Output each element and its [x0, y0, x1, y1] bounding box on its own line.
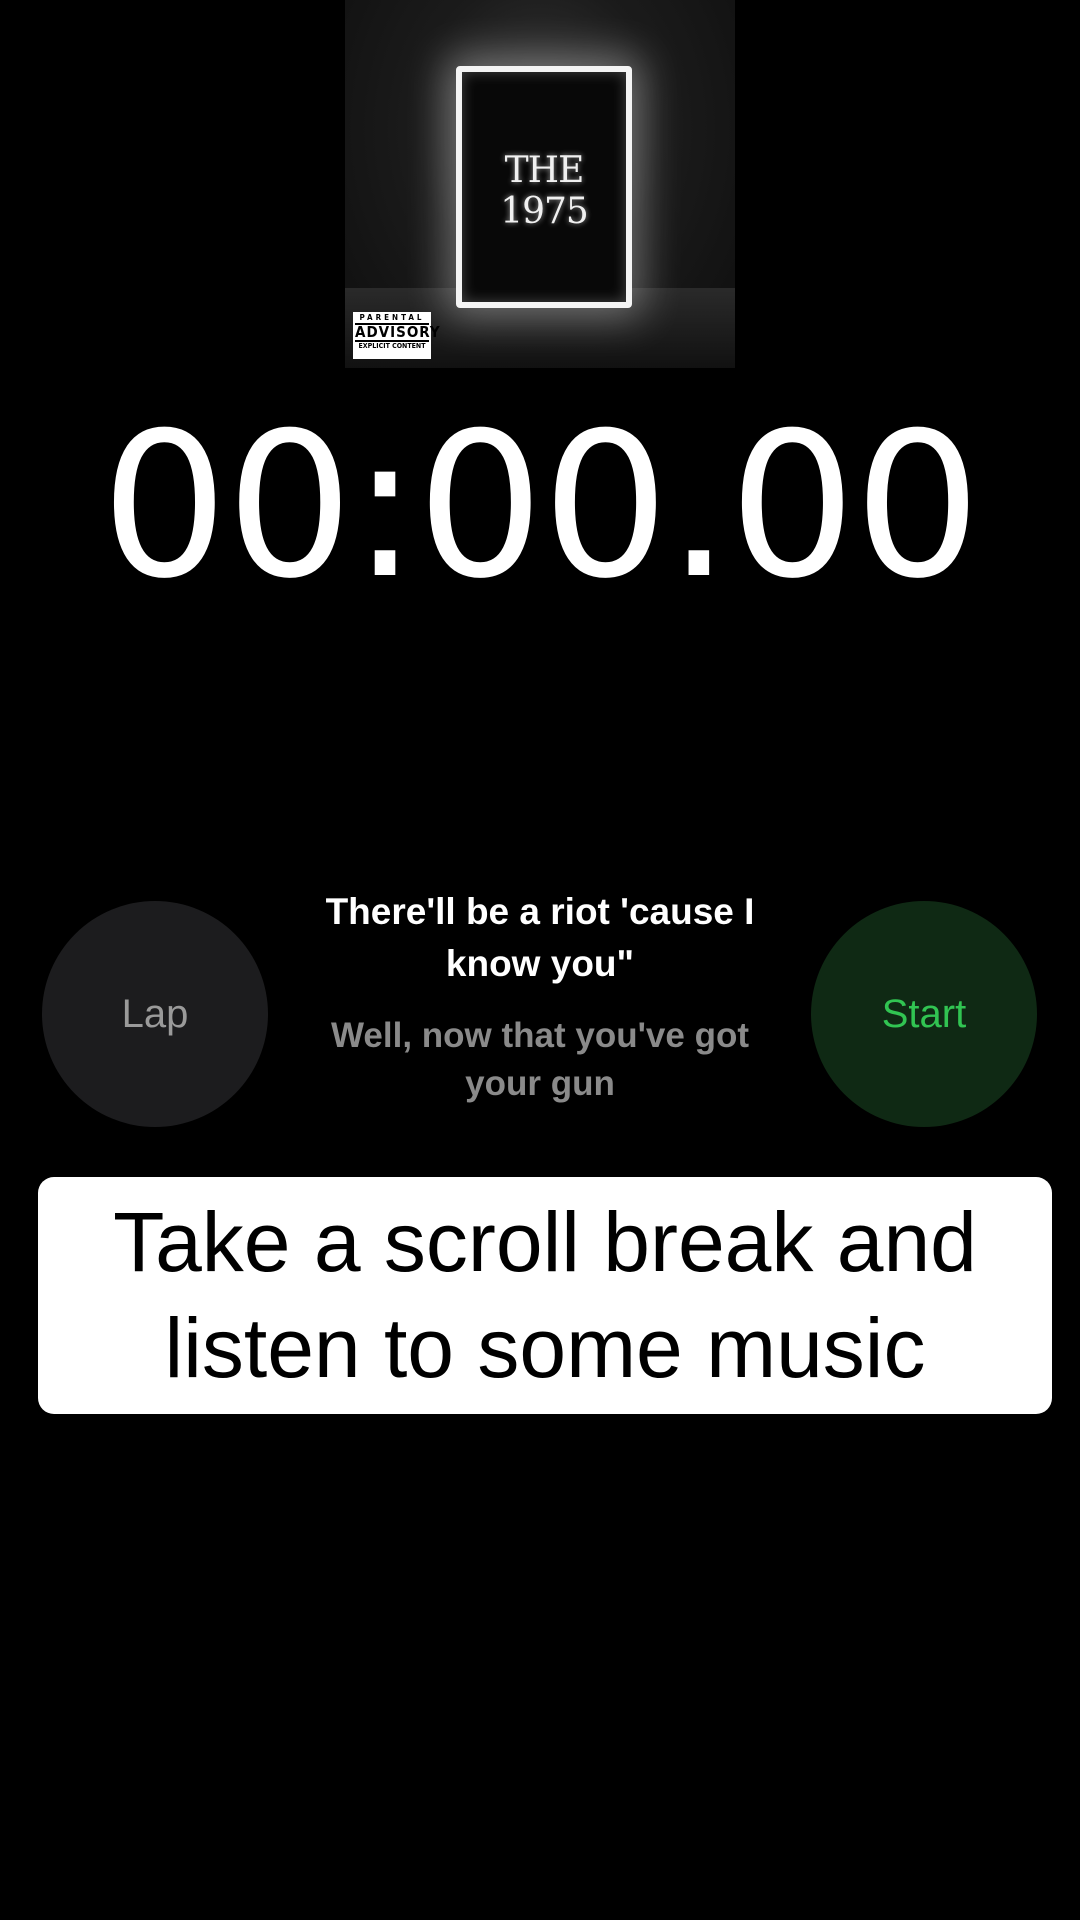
album-logo: THE 1975: [500, 150, 589, 232]
lap-button[interactable]: Lap: [42, 901, 268, 1127]
start-button-label: Start: [881, 991, 967, 1036]
stopwatch-time: 00:00.00: [100, 390, 981, 623]
caption-text: Take a scroll break and listen to some m…: [113, 1195, 977, 1395]
lyric-next-line: Well, now that you've got your gun: [331, 1016, 749, 1103]
advisory-bottom-text: EXPLICIT CONTENT: [358, 342, 426, 350]
lap-button-label: Lap: [121, 991, 189, 1036]
lyric-current-line: There'll be a riot 'cause I know you": [325, 891, 755, 984]
parental-advisory-label: PARENTAL ADVISORY EXPLICIT CONTENT: [353, 312, 441, 359]
caption-box: Take a scroll break and listen to some m…: [38, 1177, 1052, 1414]
advisory-middle-text: ADVISORY: [355, 323, 441, 342]
advisory-top-text: PARENTAL: [359, 313, 425, 322]
album-art: THE 1975 PARENTAL ADVISORY EXPLICIT CONT…: [345, 0, 735, 368]
album-neon-frame: THE 1975: [456, 66, 632, 308]
start-button[interactable]: Start: [811, 901, 1037, 1127]
